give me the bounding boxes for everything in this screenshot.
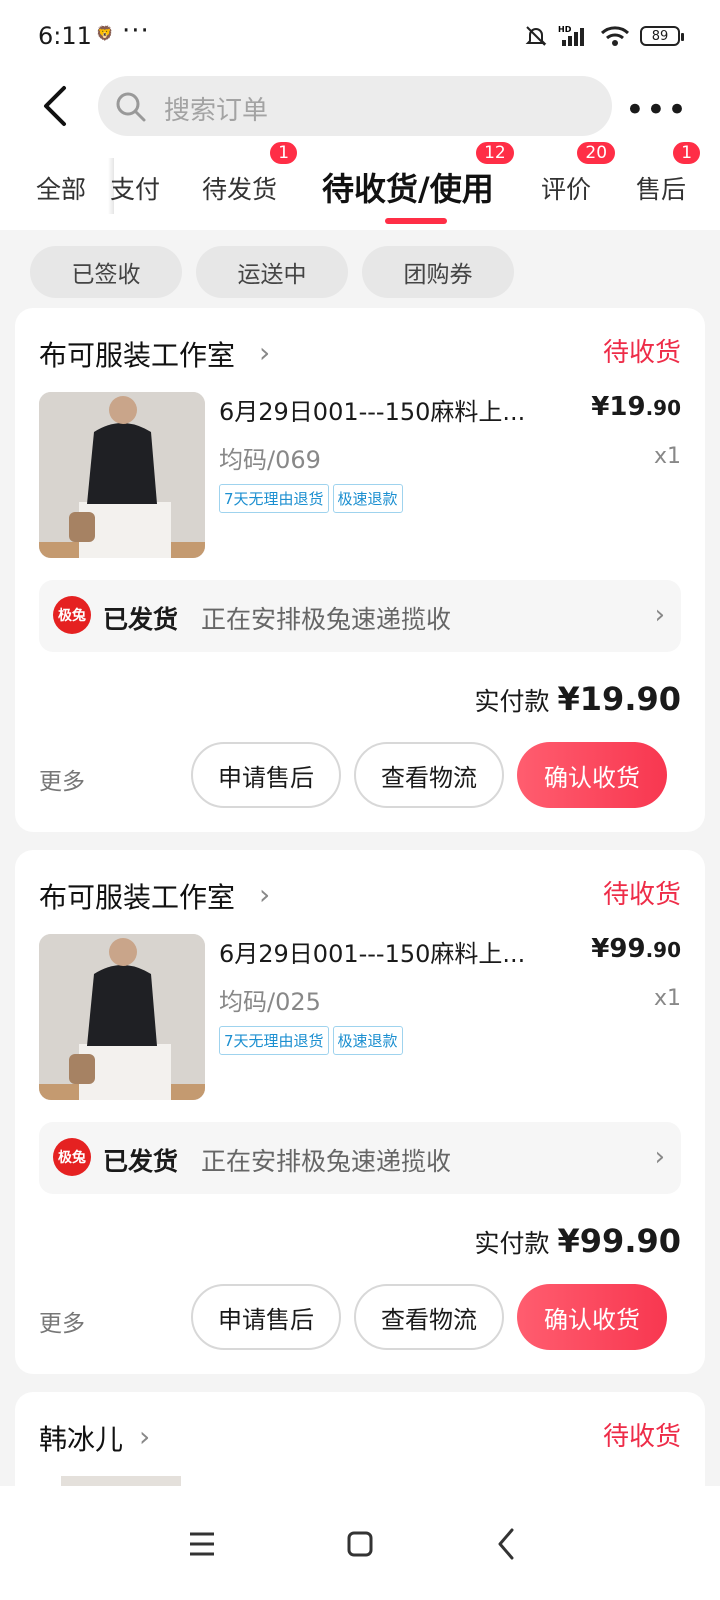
shop-name[interactable]: 布可服装工作室 <box>39 334 235 374</box>
tab-to-ship[interactable]: 待发货 1 <box>202 140 300 206</box>
paid-label: 实付款 <box>474 687 550 716</box>
sub-filters: 已签收 运送中 团购券 <box>0 230 720 310</box>
confirm-receipt-button[interactable]: 确认收货 <box>517 742 667 808</box>
tab-badge: 20 <box>575 140 618 166</box>
tab-badge: 1 <box>268 140 300 166</box>
tab-all[interactable]: 全部 <box>36 170 86 206</box>
battery-icon: 89 <box>640 26 684 46</box>
service-tag: 极速退款 <box>332 1026 403 1055</box>
product-price: ¥19.90 <box>591 392 681 422</box>
apply-aftersale-button[interactable]: 申请售后 <box>191 1284 341 1350</box>
notification-icon: 🦁 <box>96 26 114 42</box>
wifi-icon <box>600 26 630 46</box>
service-tag: 7天无理由退货 <box>219 484 329 513</box>
more-notifications-icon: ··· <box>122 16 150 46</box>
tab-label: 售后 <box>636 175 687 204</box>
price-integer: ¥99 <box>591 934 646 964</box>
paid-label: 实付款 <box>474 1229 550 1258</box>
logistics-row[interactable]: 极兔 已发货 正在安排极兔速递揽收 › <box>39 580 681 652</box>
service-tag: 极速退款 <box>332 484 403 513</box>
order-card[interactable]: 布可服装工作室 › 待收货 6月29日001---150麻料上... ¥19.9… <box>15 308 705 832</box>
paid-amount: 实付款 ¥99.90 <box>475 1222 681 1260</box>
more-actions-link[interactable]: 更多 <box>39 1304 85 1338</box>
service-tags: 7天无理由退货 极速退款 <box>219 484 403 513</box>
order-status: 待收货 <box>602 880 681 910</box>
order-tabs: 全部 支付 待发货 1 待收货/使用 12 评价 20 售后 1 <box>0 140 720 230</box>
shop-name[interactable]: 韩冰儿 <box>39 1418 123 1458</box>
product-image[interactable] <box>39 392 205 558</box>
tab-aftersale[interactable]: 售后 1 <box>636 140 703 206</box>
svg-text:HD: HD <box>558 25 572 34</box>
tab-label: 评价 <box>541 175 592 204</box>
paid-value: ¥19.90 <box>557 680 681 718</box>
chevron-right-icon: › <box>259 878 271 911</box>
back-arrow-icon[interactable] <box>36 82 76 130</box>
tab-label: 支付 <box>110 175 161 204</box>
more-options-icon[interactable]: ••• <box>625 90 688 130</box>
chevron-right-icon: › <box>654 1142 665 1172</box>
view-logistics-button[interactable]: 查看物流 <box>354 742 504 808</box>
back-nav-icon[interactable] <box>476 1514 536 1574</box>
product-title[interactable]: 6月29日001---150麻料上... <box>219 934 559 969</box>
logistics-row[interactable]: 极兔 已发货 正在安排极兔速递揽收 › <box>39 1122 681 1194</box>
price-decimal: .90 <box>645 396 681 420</box>
tab-to-receive[interactable]: 待收货/使用 12 <box>322 140 516 210</box>
confirm-receipt-button[interactable]: 确认收货 <box>517 1284 667 1350</box>
apply-aftersale-button[interactable]: 申请售后 <box>191 742 341 808</box>
system-nav-bar <box>0 1486 720 1600</box>
product-image[interactable] <box>39 934 205 1100</box>
courier-logo: 极兔 <box>53 596 91 634</box>
tab-label: 待发货 <box>202 175 278 204</box>
product-title[interactable]: 6月29日001---150麻料上... <box>219 392 559 427</box>
logistics-detail: 正在安排极兔速递揽收 <box>201 1147 452 1176</box>
active-tab-indicator <box>385 218 447 224</box>
logistics-detail: 正在安排极兔速递揽收 <box>201 605 452 634</box>
product-quantity: x1 <box>653 444 681 469</box>
chevron-right-icon: › <box>139 1420 151 1453</box>
tab-review[interactable]: 评价 20 <box>541 140 618 206</box>
home-icon[interactable] <box>330 1514 390 1574</box>
tab-pay[interactable]: 支付 <box>110 170 160 206</box>
shop-name[interactable]: 布可服装工作室 <box>39 876 235 916</box>
more-actions-link[interactable]: 更多 <box>39 762 85 796</box>
search-icon <box>116 92 146 122</box>
order-card[interactable]: 布可服装工作室 › 待收货 6月29日001---150麻料上... ¥99.9… <box>15 850 705 1374</box>
filter-in-transit[interactable]: 运送中 <box>196 246 348 298</box>
logistics-status: 已发货 <box>103 605 179 634</box>
service-tags: 7天无理由退货 极速退款 <box>219 1026 403 1055</box>
tab-label: 全部 <box>36 175 87 204</box>
status-bar: 6:11 🦁 ··· HD 89 <box>0 0 720 76</box>
service-tag: 7天无理由退货 <box>219 1026 329 1055</box>
top-bar: 搜索订单 ••• <box>0 76 720 150</box>
price-decimal: .90 <box>645 938 681 962</box>
logistics-status: 已发货 <box>103 1147 179 1176</box>
product-quantity: x1 <box>653 986 681 1011</box>
chevron-right-icon: › <box>654 600 665 630</box>
search-placeholder: 搜索订单 <box>164 96 269 126</box>
order-status: 待收货 <box>602 1422 681 1452</box>
product-price: ¥99.90 <box>591 934 681 964</box>
tab-badge: 12 <box>474 140 516 166</box>
paid-value: ¥99.90 <box>557 1222 681 1260</box>
menu-icon[interactable] <box>172 1514 232 1574</box>
clock: 6:11 <box>38 22 92 50</box>
battery-level: 89 <box>651 28 669 44</box>
filter-signed[interactable]: 已签收 <box>30 246 182 298</box>
product-spec: 均码/025 <box>219 988 321 1016</box>
tab-badge: 1 <box>671 140 703 166</box>
search-input[interactable]: 搜索订单 <box>98 76 612 136</box>
signal-icon: HD <box>558 25 584 46</box>
mute-bell-icon <box>525 26 547 46</box>
chevron-right-icon: › <box>259 336 271 369</box>
courier-logo: 极兔 <box>53 1138 91 1176</box>
paid-amount: 实付款 ¥19.90 <box>475 680 681 718</box>
tab-label: 待收货/使用 <box>322 170 494 208</box>
filter-group-coupon[interactable]: 团购券 <box>362 246 514 298</box>
order-status: 待收货 <box>602 338 681 368</box>
price-integer: ¥19 <box>591 392 646 422</box>
product-spec: 均码/069 <box>219 446 321 474</box>
view-logistics-button[interactable]: 查看物流 <box>354 1284 504 1350</box>
